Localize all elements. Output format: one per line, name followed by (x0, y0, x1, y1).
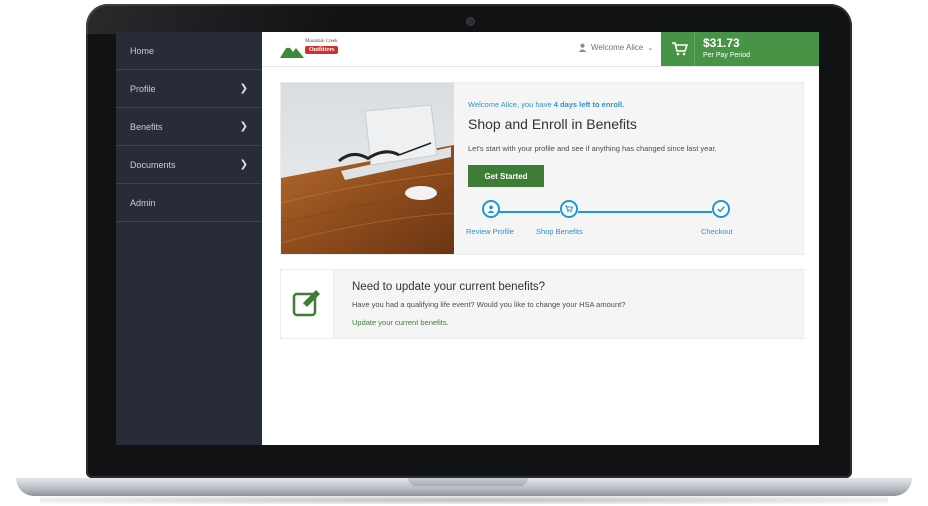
sidebar-item-documents[interactable]: Documents ❯ (116, 146, 262, 184)
step-checkout[interactable] (712, 200, 730, 218)
logo-line2: Outfitters (305, 46, 339, 54)
update-title: Need to update your current benefits? (352, 281, 546, 293)
cart-divider (694, 32, 695, 66)
sidebar-item-label: Home (130, 45, 155, 56)
cart-amount: $31.73 (703, 36, 740, 50)
laptop-shadow (40, 496, 888, 504)
step-label[interactable]: Review Profile (466, 227, 514, 236)
sidebar-item-home[interactable]: Home (116, 32, 262, 70)
chevron-right-icon: ❯ (239, 121, 248, 132)
cart-summary[interactable]: $31.73 Per Pay Period (661, 32, 819, 66)
check-icon (717, 206, 725, 213)
cart-button[interactable] (668, 32, 692, 66)
screen: Home Profile ❯ Benefits ❯ Documents ❯ Ad… (116, 32, 819, 445)
sidebar: Home Profile ❯ Benefits ❯ Documents ❯ Ad… (116, 32, 262, 445)
update-icon-box (281, 270, 334, 338)
user-icon (578, 43, 587, 52)
logo-line1: Mountain Creek (305, 39, 338, 44)
cart-icon (565, 205, 573, 213)
update-benefits-card: Need to update your current benefits? Ha… (280, 269, 804, 339)
sidebar-item-profile[interactable]: Profile ❯ (116, 70, 262, 108)
user-icon (487, 205, 495, 213)
update-benefits-link[interactable]: Update your current benefits. (352, 318, 449, 327)
sidebar-item-admin[interactable]: Admin (116, 184, 262, 222)
top-bar: Mountain Creek Outfitters Welcome Alice … (262, 32, 819, 67)
sidebar-item-label: Admin (130, 197, 156, 208)
user-menu[interactable]: Welcome Alice ⌄ (578, 43, 653, 52)
days-left: 4 days left to enroll. (553, 100, 625, 109)
enroll-card: Welcome Alice, you have 4 days left to e… (280, 82, 804, 255)
laptop-base-notch (408, 478, 528, 486)
edit-icon (292, 290, 320, 317)
chevron-right-icon: ❯ (239, 159, 248, 170)
enroll-stepper: Review Profile Shop Benefits Checkout (466, 200, 798, 250)
cart-period: Per Pay Period (703, 52, 751, 59)
step-label[interactable]: Shop Benefits (536, 227, 583, 236)
step-label[interactable]: Checkout (701, 227, 733, 236)
hero-image (281, 83, 454, 254)
update-subtitle: Have you had a qualifying life event? Wo… (352, 300, 626, 309)
enroll-welcome: Welcome Alice, you have 4 days left to e… (468, 100, 625, 109)
main-content: Mountain Creek Outfitters Welcome Alice … (262, 32, 819, 445)
step-connector (578, 211, 712, 213)
sidebar-item-benefits[interactable]: Benefits ❯ (116, 108, 262, 146)
step-review-profile[interactable] (482, 200, 500, 218)
step-shop-benefits[interactable] (560, 200, 578, 218)
welcome-text: Welcome Alice (591, 43, 644, 52)
webcam-icon (466, 17, 475, 26)
lid-reflection (86, 4, 336, 34)
step-connector (498, 211, 560, 213)
desk-photo (281, 83, 454, 254)
chevron-right-icon: ❯ (239, 83, 248, 94)
chevron-down-icon: ⌄ (647, 44, 654, 52)
shopping-cart-icon (672, 42, 688, 56)
enroll-subtitle: Let's start with your profile and see if… (468, 144, 717, 153)
enroll-title: Shop and Enroll in Benefits (468, 116, 637, 132)
mountain-logo-icon (280, 45, 304, 58)
sidebar-item-label: Benefits (130, 121, 163, 132)
sidebar-item-label: Documents (130, 159, 176, 170)
get-started-button[interactable]: Get Started (468, 165, 544, 187)
sidebar-item-label: Profile (130, 83, 156, 94)
company-logo[interactable]: Mountain Creek Outfitters (280, 38, 360, 60)
